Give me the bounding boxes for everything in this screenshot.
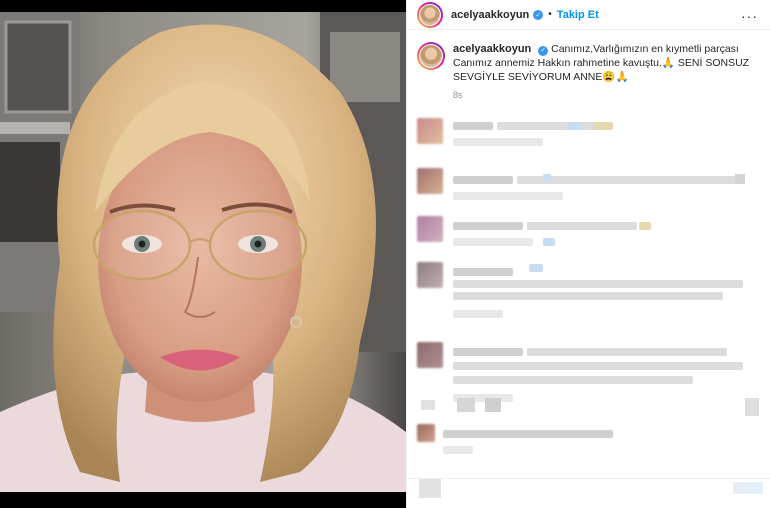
post-footer: [407, 478, 770, 508]
photo-letterbox-bottom: [0, 492, 406, 508]
portrait-image: [0, 12, 406, 492]
post-side-panel: acelyaakkoyun ✓ • Takip Et ··· acelyaakk…: [406, 0, 770, 508]
follow-button[interactable]: Takip Et: [557, 9, 599, 21]
list-item: [417, 168, 761, 202]
comment-avatar[interactable]: [417, 424, 435, 442]
comment-avatar[interactable]: [417, 118, 443, 144]
list-item: [417, 118, 761, 152]
photo-letterbox-top: [0, 0, 406, 12]
post-photo[interactable]: [0, 0, 406, 508]
caption-username[interactable]: acelyaakkoyun: [453, 43, 531, 55]
author-avatar[interactable]: [417, 1, 443, 28]
post-header: acelyaakkoyun ✓ • Takip Et ···: [407, 0, 770, 30]
comment-avatar[interactable]: [417, 168, 443, 194]
caption-verified-badge-icon: ✓: [538, 46, 549, 56]
list-item: [417, 424, 761, 454]
list-item: [417, 262, 761, 326]
author-username[interactable]: acelyaakkoyun: [451, 9, 529, 21]
caption-timestamp[interactable]: 8s: [453, 88, 760, 102]
list-item: [417, 396, 761, 418]
more-options-icon[interactable]: ···: [741, 8, 758, 24]
list-item: [417, 216, 761, 250]
comment-avatar[interactable]: [417, 216, 443, 242]
caption-body: acelyaakkoyun ✓ Canımız,Varlığımızın en …: [453, 42, 760, 102]
comment-avatar[interactable]: [417, 342, 443, 368]
header-separator: •: [548, 9, 552, 20]
comment-avatar[interactable]: [417, 262, 443, 288]
verified-badge-icon: ✓: [533, 9, 544, 20]
caption-author-avatar[interactable]: [417, 42, 445, 70]
post-caption: acelyaakkoyun ✓ Canımız,Varlığımızın en …: [407, 30, 770, 102]
